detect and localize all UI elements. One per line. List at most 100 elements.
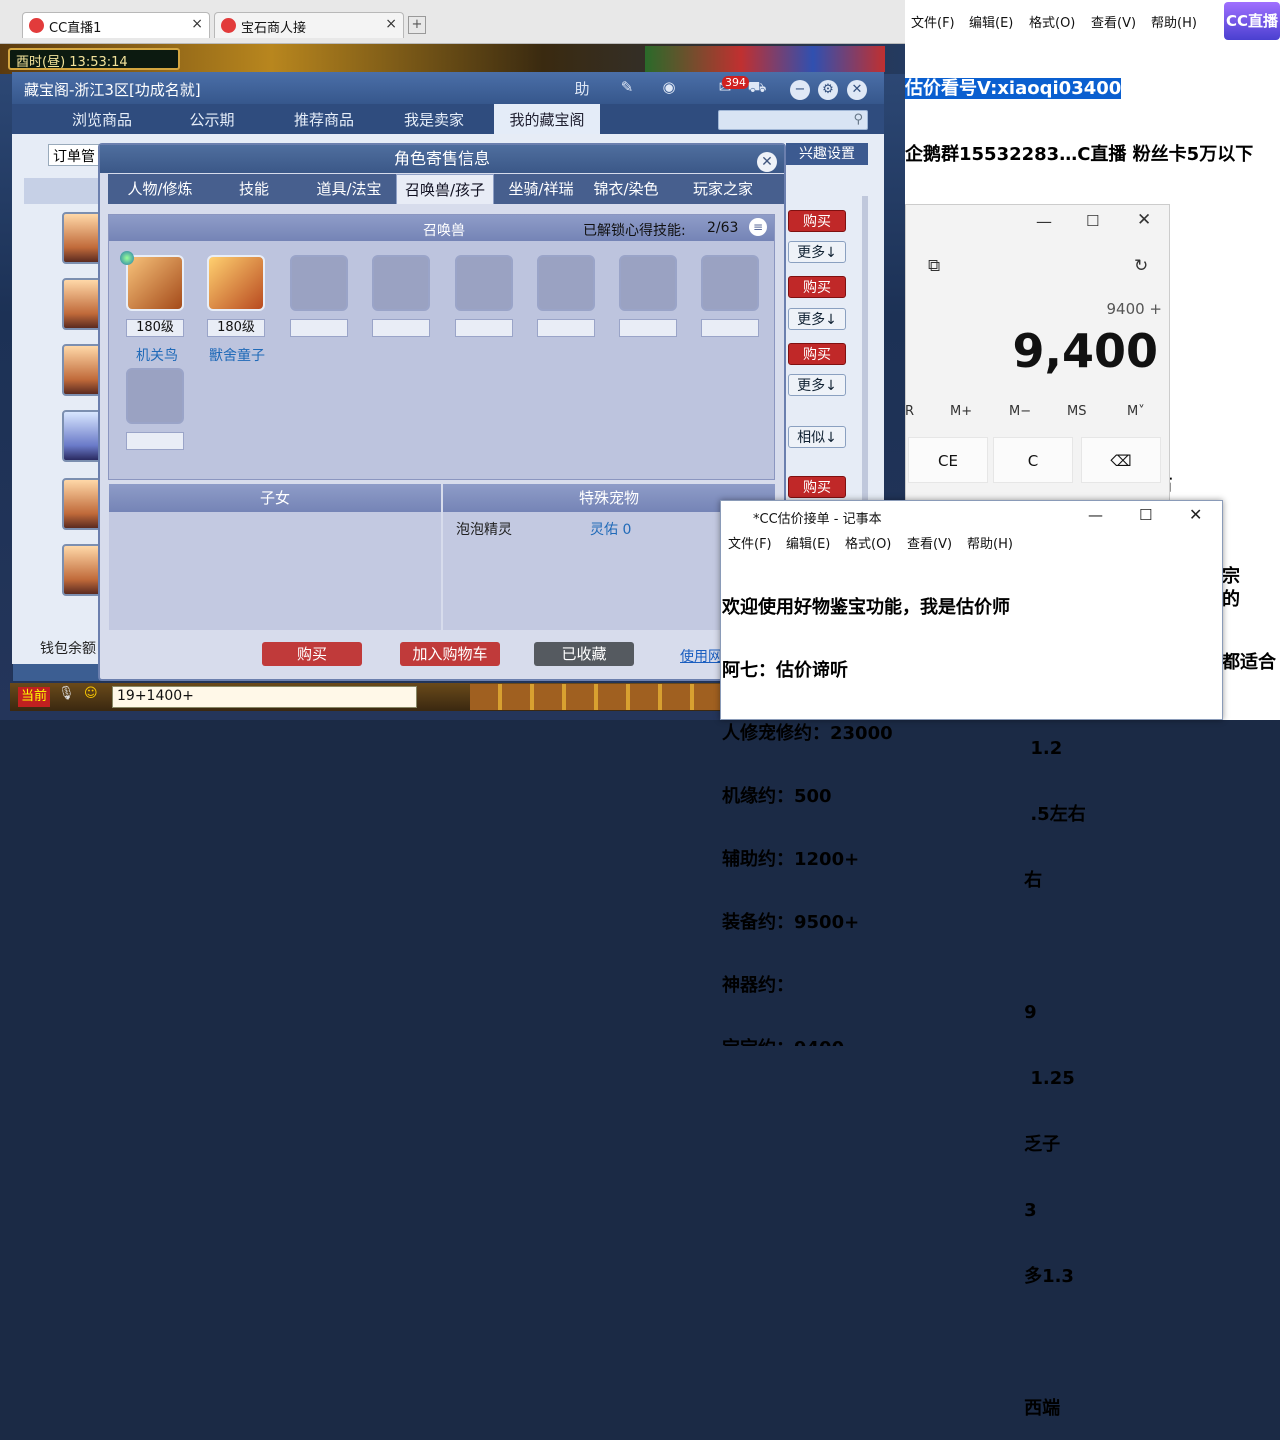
pet-slot-empty[interactable]: [537, 255, 595, 311]
menu-help[interactable]: 帮助(H): [967, 533, 1013, 552]
minimize-icon[interactable]: −: [790, 80, 810, 100]
text-line: 乏子: [905, 1134, 1061, 1155]
menu-help[interactable]: 帮助(H): [1151, 12, 1197, 31]
notepad2-text[interactable]: 欢迎使用好物鉴宝功能，我是估价师 阿七：估价谛听 人修宠修约：23000 机缘约…: [722, 555, 1222, 1067]
help-button[interactable]: 助: [570, 78, 594, 100]
tab-browse[interactable]: 浏览商品: [52, 104, 152, 134]
calc-minimize-icon[interactable]: —: [1036, 212, 1052, 231]
buy-button[interactable]: 购买: [788, 343, 846, 365]
special-pet-value: 灵佑 0: [590, 522, 632, 538]
favorited-button[interactable]: 已收藏: [534, 642, 634, 666]
cart-icon[interactable]: ⛟: [745, 78, 769, 100]
pet-slot-empty[interactable]: [455, 255, 513, 311]
tab-my-cbg[interactable]: 我的藏宝阁: [494, 104, 600, 134]
np2-maximize-icon[interactable]: ☐: [1139, 506, 1152, 524]
emoji-icon[interactable]: ☺: [84, 686, 104, 706]
interest-settings-button[interactable]: 兴趣设置: [786, 143, 868, 165]
buy-button[interactable]: 购买: [788, 210, 846, 232]
more-button[interactable]: 更多↓: [788, 374, 846, 396]
menu-view[interactable]: 查看(V): [907, 533, 952, 552]
pet-level-empty: [537, 319, 595, 337]
dialog-tabs: 人物/修炼 技能 道具/法宝 召唤兽/孩子 坐骑/祥瑞 锦衣/染色 玩家之家: [108, 174, 784, 204]
microphone-icon[interactable]: 🎙: [58, 686, 78, 706]
keep-on-top-icon[interactable]: ⧉: [928, 256, 940, 276]
buy-button[interactable]: 购买: [788, 476, 846, 498]
edit-icon[interactable]: ✎: [615, 78, 639, 100]
menu-edit[interactable]: 编辑(E): [786, 533, 830, 552]
history-icon[interactable]: ↻: [1134, 256, 1148, 276]
avatar[interactable]: [62, 278, 102, 330]
pet-slot-empty[interactable]: [126, 368, 184, 424]
channel-button[interactable]: 当前: [18, 687, 50, 707]
avatar[interactable]: [62, 410, 102, 462]
clear-entry-button[interactable]: CE: [908, 437, 988, 483]
buy-button[interactable]: 购买: [262, 642, 362, 666]
menu-format[interactable]: 格式(O): [845, 533, 891, 552]
new-tab-button[interactable]: +: [408, 16, 426, 34]
tab-seller[interactable]: 我是卖家: [384, 104, 484, 134]
more-button[interactable]: 更多↓: [788, 308, 846, 330]
close-tab-icon[interactable]: ×: [385, 16, 397, 32]
memory-list-button[interactable]: M˅: [1127, 404, 1145, 419]
dialog-close-icon[interactable]: ✕: [757, 152, 777, 172]
search-input[interactable]: ⚲: [718, 110, 868, 130]
close-tab-icon[interactable]: ×: [191, 16, 203, 32]
pet-slot-empty[interactable]: [290, 255, 348, 311]
skills-unlocked-value: 2/63: [707, 220, 739, 236]
pet-name[interactable]: 机关鸟: [112, 345, 202, 365]
similar-button[interactable]: 相似↓: [788, 426, 846, 448]
pet-name[interactable]: 獸舍童子: [192, 345, 282, 365]
menu-format[interactable]: 格式(O): [1029, 12, 1075, 31]
pet-slot-empty[interactable]: [619, 255, 677, 311]
pet-slot[interactable]: [207, 255, 265, 311]
buy-button[interactable]: 购买: [788, 276, 846, 298]
tab-character[interactable]: 人物/修炼: [114, 174, 206, 204]
memory-recall-button[interactable]: R: [905, 404, 914, 419]
tab-outfits[interactable]: 锦衣/染色: [588, 174, 664, 204]
messages-icon[interactable]: ✉394: [700, 76, 750, 100]
avatar[interactable]: [62, 478, 102, 530]
menu-icon[interactable]: ≡: [749, 218, 767, 236]
text-line: 神器约：: [722, 975, 794, 996]
pet-slot-empty[interactable]: [372, 255, 430, 311]
tab-items[interactable]: 道具/法宝: [304, 174, 394, 204]
np2-close-icon[interactable]: ✕: [1189, 505, 1202, 524]
tab-pets[interactable]: 召唤兽/孩子: [396, 174, 494, 204]
browser-tab-cc-live[interactable]: CC直播1 ×: [22, 12, 210, 38]
menu-edit[interactable]: 编辑(E): [969, 12, 1013, 31]
avatar[interactable]: [62, 212, 102, 264]
browser-tab-gem[interactable]: 宝石商人接 ×: [214, 12, 404, 38]
list-header: [24, 178, 100, 204]
game-clock: 酉时(昼) 13:53:14: [8, 48, 180, 70]
close-icon[interactable]: ✕: [847, 80, 867, 100]
tab-home[interactable]: 玩家之家: [680, 174, 766, 204]
menu-view[interactable]: 查看(V): [1091, 12, 1136, 31]
settings-icon[interactable]: ⚙: [818, 80, 838, 100]
chat-input[interactable]: 19+1400+: [112, 686, 417, 708]
memory-subtract-button[interactable]: M−: [1009, 404, 1031, 419]
np2-minimize-icon[interactable]: —: [1088, 506, 1103, 524]
record-icon[interactable]: ◉: [657, 78, 681, 100]
memory-add-button[interactable]: M+: [950, 404, 972, 419]
use-link[interactable]: 使用网: [680, 646, 722, 666]
memory-store-button[interactable]: MS: [1067, 404, 1086, 419]
backspace-button[interactable]: ⌫: [1081, 437, 1161, 483]
tab-mounts[interactable]: 坐骑/祥瑞: [496, 174, 586, 204]
text-line: 多1.3: [905, 1266, 1074, 1287]
add-to-cart-button[interactable]: 加入购物车: [400, 642, 500, 666]
tab-public[interactable]: 公示期: [162, 104, 262, 134]
pet-slot-empty[interactable]: [701, 255, 759, 311]
menu-file[interactable]: 文件(F): [911, 12, 955, 31]
tab-recommend[interactable]: 推荐商品: [274, 104, 374, 134]
calc-maximize-icon[interactable]: ☐: [1086, 212, 1099, 230]
calc-close-icon[interactable]: ✕: [1137, 210, 1151, 230]
pet-slot[interactable]: [126, 255, 184, 311]
order-dropdown[interactable]: 订单管: [48, 144, 104, 166]
menu-file[interactable]: 文件(F): [728, 533, 772, 552]
tab-skills[interactable]: 技能: [212, 174, 296, 204]
avatar[interactable]: [62, 544, 102, 596]
more-button[interactable]: 更多↓: [788, 241, 846, 263]
text-line: 3: [905, 1200, 1037, 1221]
clear-button[interactable]: C: [993, 437, 1073, 483]
avatar[interactable]: [62, 344, 102, 396]
